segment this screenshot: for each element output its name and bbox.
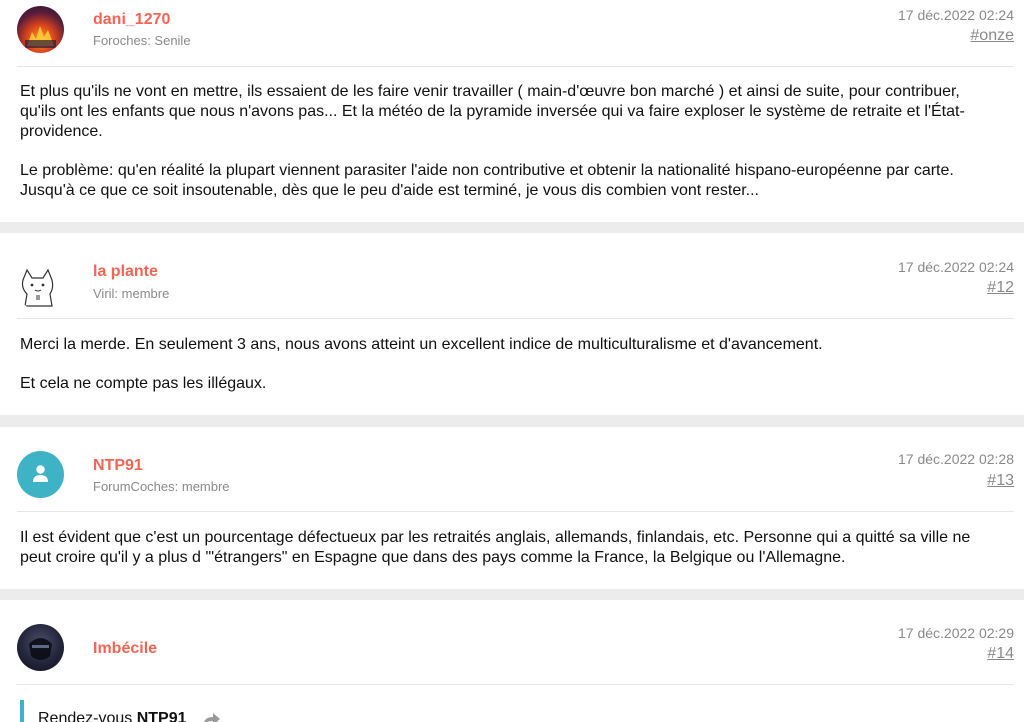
post-date: 17 déc.2022 02:29 <box>898 625 1014 641</box>
quote-user-link[interactable]: NTP91 <box>137 710 187 722</box>
post-permalink[interactable]: #14 <box>987 645 1014 663</box>
post-body: Et plus qu'ils ne vont en mettre, ils es… <box>20 82 1000 201</box>
post-divider <box>17 684 1014 685</box>
user-title: Viril: membre <box>93 286 170 301</box>
avatar[interactable] <box>17 264 64 311</box>
post-paragraph: Et cela ne compte pas les illégaux. <box>20 375 267 392</box>
post-date: 17 déc.2022 02:24 <box>898 259 1014 275</box>
avatar[interactable] <box>17 451 64 498</box>
post-permalink[interactable]: #13 <box>987 472 1014 490</box>
dark-figure-icon <box>29 638 52 660</box>
post-item: la plante Viril: membre 17 déc.2022 02:2… <box>0 233 1024 415</box>
username-link[interactable]: NTP91 <box>93 457 143 475</box>
post-divider <box>17 318 1014 319</box>
post-item: NTP91 ForumCoches: membre 17 déc.2022 02… <box>0 427 1024 589</box>
username-link[interactable]: dani_1270 <box>93 11 170 29</box>
post-permalink[interactable]: #onze <box>970 27 1014 45</box>
avatar[interactable] <box>17 6 64 53</box>
post-divider <box>17 511 1014 512</box>
quote-prefix: Rendez-vous <box>38 710 137 722</box>
fire-icon <box>25 26 56 48</box>
user-icon <box>33 465 48 482</box>
cat-sketch-icon <box>21 268 54 307</box>
post-paragraph: Il est évident que c'est un pourcentage … <box>20 529 971 566</box>
post-divider <box>17 66 1014 67</box>
post-paragraph: Le problème: qu'en réalité la plupart vi… <box>20 162 954 199</box>
username-link[interactable]: Imbécile <box>93 640 157 658</box>
quote-block: Rendez-vous NTP91 <box>20 700 624 722</box>
post-permalink[interactable]: #12 <box>987 279 1014 297</box>
username-link[interactable]: la plante <box>93 263 158 281</box>
post-item: Imbécile 17 déc.2022 02:29 #14 Rendez-vo… <box>0 600 1024 722</box>
post-paragraph: Merci la merde. En seulement 3 ans, nous… <box>20 336 823 353</box>
arrow-right-icon[interactable] <box>203 712 221 722</box>
quote-attribution: Rendez-vous NTP91 <box>38 710 221 722</box>
avatar[interactable] <box>17 624 64 671</box>
post-body: Il est évident que c'est un pourcentage … <box>20 528 1000 568</box>
post-item: dani_1270 Foroches: Senile 17 déc.2022 0… <box>0 0 1024 222</box>
user-title: ForumCoches: membre <box>93 479 230 494</box>
user-title: Foroches: Senile <box>93 33 191 48</box>
post-date: 17 déc.2022 02:24 <box>898 7 1014 23</box>
post-body: Merci la merde. En seulement 3 ans, nous… <box>20 335 1000 394</box>
post-paragraph: Et plus qu'ils ne vont en mettre, ils es… <box>20 83 965 140</box>
post-date: 17 déc.2022 02:28 <box>898 451 1014 467</box>
